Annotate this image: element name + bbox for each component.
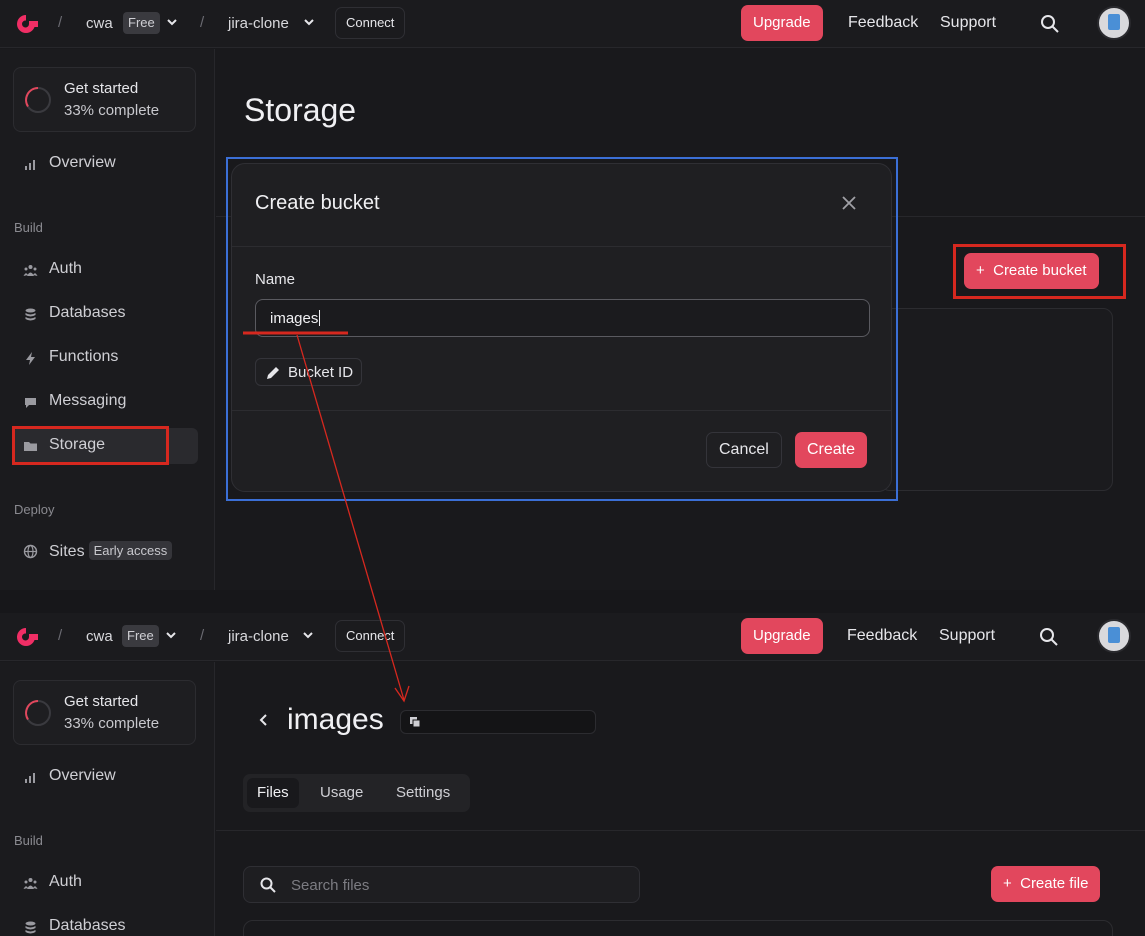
get-started-card[interactable]: Get started 33% complete [13, 680, 196, 745]
sidebar-item-label: Overview [49, 154, 116, 171]
chevron-down-icon[interactable] [301, 628, 315, 642]
section-build: Build [14, 220, 43, 235]
project-name[interactable]: jira-clone [228, 628, 289, 645]
sites-label: Sites [49, 543, 85, 560]
breadcrumb-separator: / [58, 627, 63, 644]
users-icon [23, 878, 38, 889]
globe-icon [23, 544, 38, 559]
bar-chart-icon [25, 160, 35, 170]
create-bucket-highlight-box [953, 244, 1126, 299]
page-title: Storage [244, 92, 357, 128]
plan-badge: Free [123, 12, 160, 34]
progress-ring-icon [25, 700, 51, 726]
breadcrumb-separator: / [200, 14, 205, 31]
appwrite-logo-icon[interactable] [12, 625, 40, 649]
users-icon [23, 265, 38, 276]
breadcrumb-separator: / [200, 627, 205, 644]
search-icon[interactable] [1039, 627, 1059, 647]
get-started-card[interactable]: Get started 33% complete [13, 67, 196, 132]
upgrade-button[interactable]: Upgrade [741, 5, 823, 41]
appwrite-logo-icon[interactable] [12, 12, 40, 36]
sidebar-item-label: Auth [49, 260, 82, 277]
bucket-tabs: Files Usage Settings [243, 774, 470, 812]
sidebar-item-sites[interactable]: Sites Early access [13, 533, 198, 569]
section-build: Build [14, 833, 43, 848]
bar-chart-icon [25, 773, 35, 783]
back-chevron-icon[interactable] [258, 713, 270, 727]
project-name[interactable]: jira-clone [228, 15, 289, 32]
sidebar-item-label: Overview [49, 767, 116, 784]
plan-badge: Free [122, 625, 159, 647]
database-icon [25, 921, 36, 934]
sidebar-item-label: Databases [49, 304, 126, 321]
modal-highlight-box [226, 157, 898, 501]
search-icon[interactable] [1040, 14, 1060, 34]
tab-usage[interactable]: Usage [310, 778, 373, 808]
avatar[interactable] [1097, 6, 1131, 40]
support-link[interactable]: Support [940, 14, 996, 32]
upgrade-button[interactable]: Upgrade [741, 618, 823, 654]
database-icon [25, 308, 36, 321]
get-started-progress: 33% complete [64, 715, 160, 732]
sidebar-item-functions[interactable]: Functions [13, 340, 198, 376]
sidebar-item-label: Auth [49, 873, 82, 890]
screenshot-divider [0, 590, 1145, 613]
early-access-badge: Early access [88, 541, 173, 560]
search-icon [260, 877, 276, 893]
org-name[interactable]: cwa [86, 628, 113, 645]
storage-highlight-box [12, 426, 169, 465]
sidebar-item-label: Functions [49, 348, 119, 365]
section-deploy: Deploy [14, 502, 55, 517]
sidebar: Get started 33% complete Overview Build … [0, 49, 215, 590]
get-started-title: Get started [64, 693, 139, 710]
sidebar-item-overview[interactable]: Overview [13, 759, 198, 795]
get-started-title: Get started [64, 80, 139, 97]
storage-screen-before: / cwa Free / jira-clone Connect Upgrade … [0, 0, 1145, 590]
top-header: / cwa Free / jira-clone Connect Upgrade … [0, 613, 1145, 661]
lightning-icon [26, 352, 35, 365]
sidebar-item-auth[interactable]: Auth [13, 865, 198, 901]
sidebar-item-messaging[interactable]: Messaging [13, 384, 198, 420]
sidebar-item-auth[interactable]: Auth [13, 252, 198, 288]
copy-icon [410, 717, 421, 728]
create-file-button[interactable]: + Create file [991, 866, 1101, 902]
files-table [243, 920, 1113, 936]
get-started-progress: 33% complete [64, 102, 160, 119]
tab-files[interactable]: Files [247, 778, 299, 808]
divider [216, 830, 1145, 831]
avatar[interactable] [1097, 619, 1131, 653]
connect-button[interactable]: Connect [335, 620, 406, 652]
bucket-id-copy-field[interactable] [400, 710, 596, 734]
bucket-list-panel [880, 308, 1113, 491]
feedback-link[interactable]: Feedback [847, 627, 917, 645]
progress-ring-icon [25, 87, 51, 113]
breadcrumb-separator: / [58, 14, 63, 31]
sidebar: Get started 33% complete Overview Build … [0, 662, 215, 936]
feedback-link[interactable]: Feedback [848, 14, 918, 32]
sidebar-item-label: Messaging [49, 392, 127, 409]
search-files-input[interactable]: Search files [243, 866, 640, 903]
sidebar-item-label: Sites Early access [49, 541, 173, 561]
chat-icon [25, 398, 36, 408]
create-file-label: Create file [1020, 875, 1089, 892]
sidebar-item-databases[interactable]: Databases [13, 296, 198, 332]
search-placeholder: Search files [291, 877, 370, 894]
chevron-down-icon[interactable] [164, 628, 178, 642]
tab-settings[interactable]: Settings [386, 778, 460, 808]
bucket-title: images [287, 703, 384, 736]
sidebar-item-databases[interactable]: Databases [13, 909, 198, 936]
org-name[interactable]: cwa [86, 15, 113, 32]
chevron-down-icon[interactable] [302, 15, 316, 29]
sidebar-item-label: Databases [49, 917, 126, 934]
sidebar-item-overview[interactable]: Overview [13, 146, 198, 182]
support-link[interactable]: Support [939, 627, 995, 645]
connect-button[interactable]: Connect [335, 7, 406, 39]
top-header: / cwa Free / jira-clone Connect Upgrade … [0, 0, 1145, 48]
chevron-down-icon[interactable] [165, 15, 179, 29]
